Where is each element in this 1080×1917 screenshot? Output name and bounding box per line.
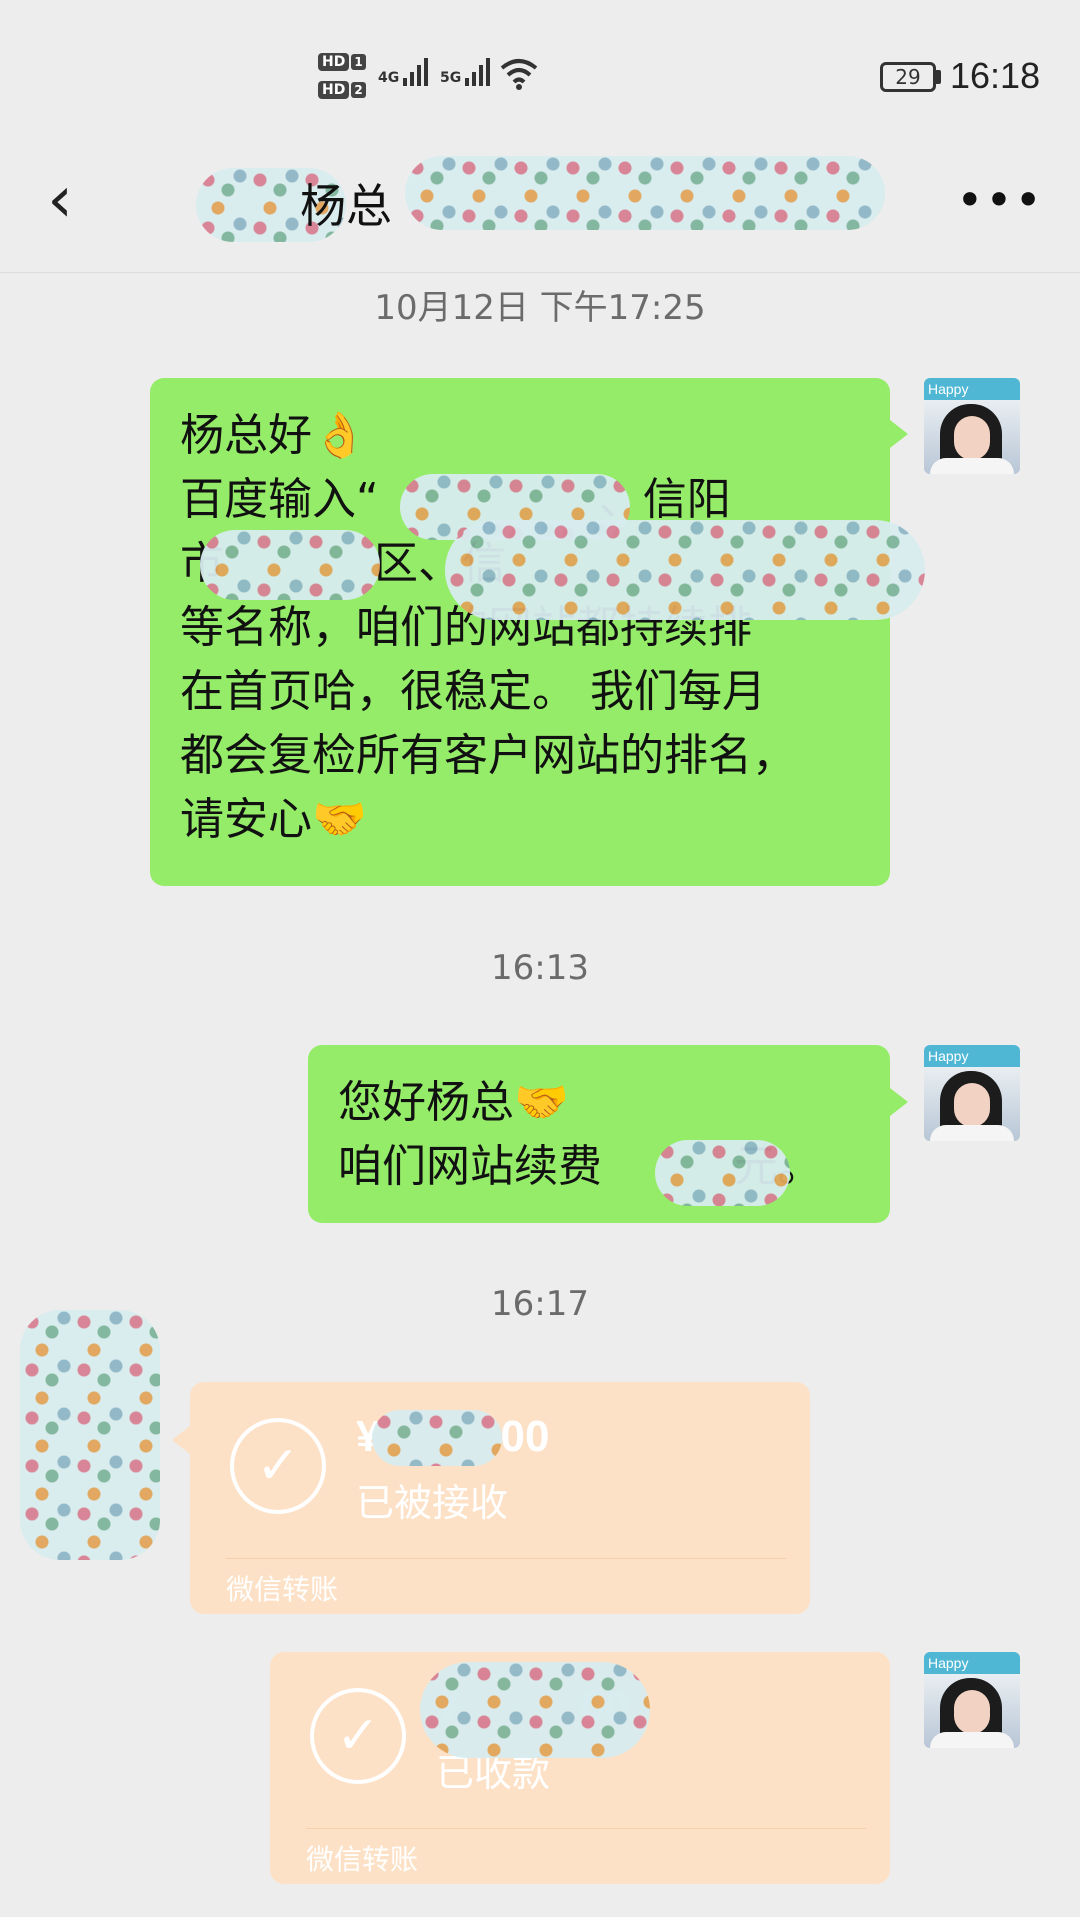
divider <box>306 1828 866 1829</box>
timestamp: 16:17 <box>491 1284 589 1324</box>
network-4g-label: 4G <box>378 70 400 86</box>
battery-cap <box>936 70 941 84</box>
redaction-blur <box>200 530 380 600</box>
message-line: 您好杨总🤝 <box>338 1077 569 1128</box>
incoming-transfer-card[interactable]: ✓ ¥00 已被接收 微信转账 <box>190 1382 810 1614</box>
signal-4g: 4G <box>378 56 429 86</box>
bubble-tail <box>890 1088 908 1116</box>
avatar[interactable]: Happy <box>924 1652 1020 1748</box>
message-line: 请安心🤝 <box>180 794 367 845</box>
outgoing-message-bubble[interactable]: 杨总好👌 百度输入“、信阳 市区、信 等名称，咱们的网站都持续排 在首页哈，很稳… <box>150 378 890 886</box>
sim1-indicator: HD 1 <box>318 50 368 74</box>
sender-avatar-redacted[interactable] <box>20 1310 160 1560</box>
redaction-blur <box>445 520 925 620</box>
signal-bars-icon <box>465 56 491 86</box>
timestamp: 16:13 <box>491 948 589 988</box>
more-options-button[interactable]: ••• <box>956 165 1041 235</box>
redaction-blur <box>372 1410 502 1466</box>
avatar[interactable]: Happy <box>924 1045 1020 1141</box>
divider <box>226 1558 786 1559</box>
redaction-blur <box>420 1662 650 1758</box>
sim-indicators: HD 1 HD 2 <box>318 50 368 106</box>
outgoing-message-bubble[interactable]: 您好杨总🤝 咱们网站续费元。 <box>308 1045 890 1223</box>
transfer-label: 微信转账 <box>306 1843 419 1876</box>
transfer-label: 微信转账 <box>226 1573 339 1606</box>
chat-title[interactable]: 杨总 <box>300 170 392 236</box>
message-line: 都会复检所有客户网站的排名， <box>180 730 796 781</box>
signal-5g: 5G <box>440 56 491 86</box>
check-circle-icon: ✓ <box>310 1688 406 1784</box>
bubble-tail <box>890 420 908 448</box>
status-time: 16:18 <box>950 55 1041 96</box>
signal-bars-icon <box>403 56 429 86</box>
back-button[interactable]: ‹ <box>30 160 90 240</box>
check-circle-icon: ✓ <box>230 1418 326 1514</box>
transfer-status: 已被接收 <box>356 1481 509 1525</box>
network-5g-label: 5G <box>440 70 462 86</box>
message-line: 杨总好👌 <box>180 410 367 461</box>
avatar[interactable]: Happy <box>924 378 1020 474</box>
sim2-indicator: HD 2 <box>318 78 368 102</box>
message-line: 在首页哈，很稳定。 我们每月 <box>180 666 766 717</box>
wifi-icon <box>500 58 538 94</box>
redaction-blur <box>655 1140 790 1206</box>
redaction-blur <box>405 156 885 230</box>
bubble-tail <box>172 1426 190 1454</box>
chevron-left-icon: ‹ <box>47 163 73 237</box>
battery-icon: 29 <box>880 62 936 92</box>
more-icon: ••• <box>956 173 1044 227</box>
timestamp: 10月12日 下午17:25 <box>374 288 706 328</box>
